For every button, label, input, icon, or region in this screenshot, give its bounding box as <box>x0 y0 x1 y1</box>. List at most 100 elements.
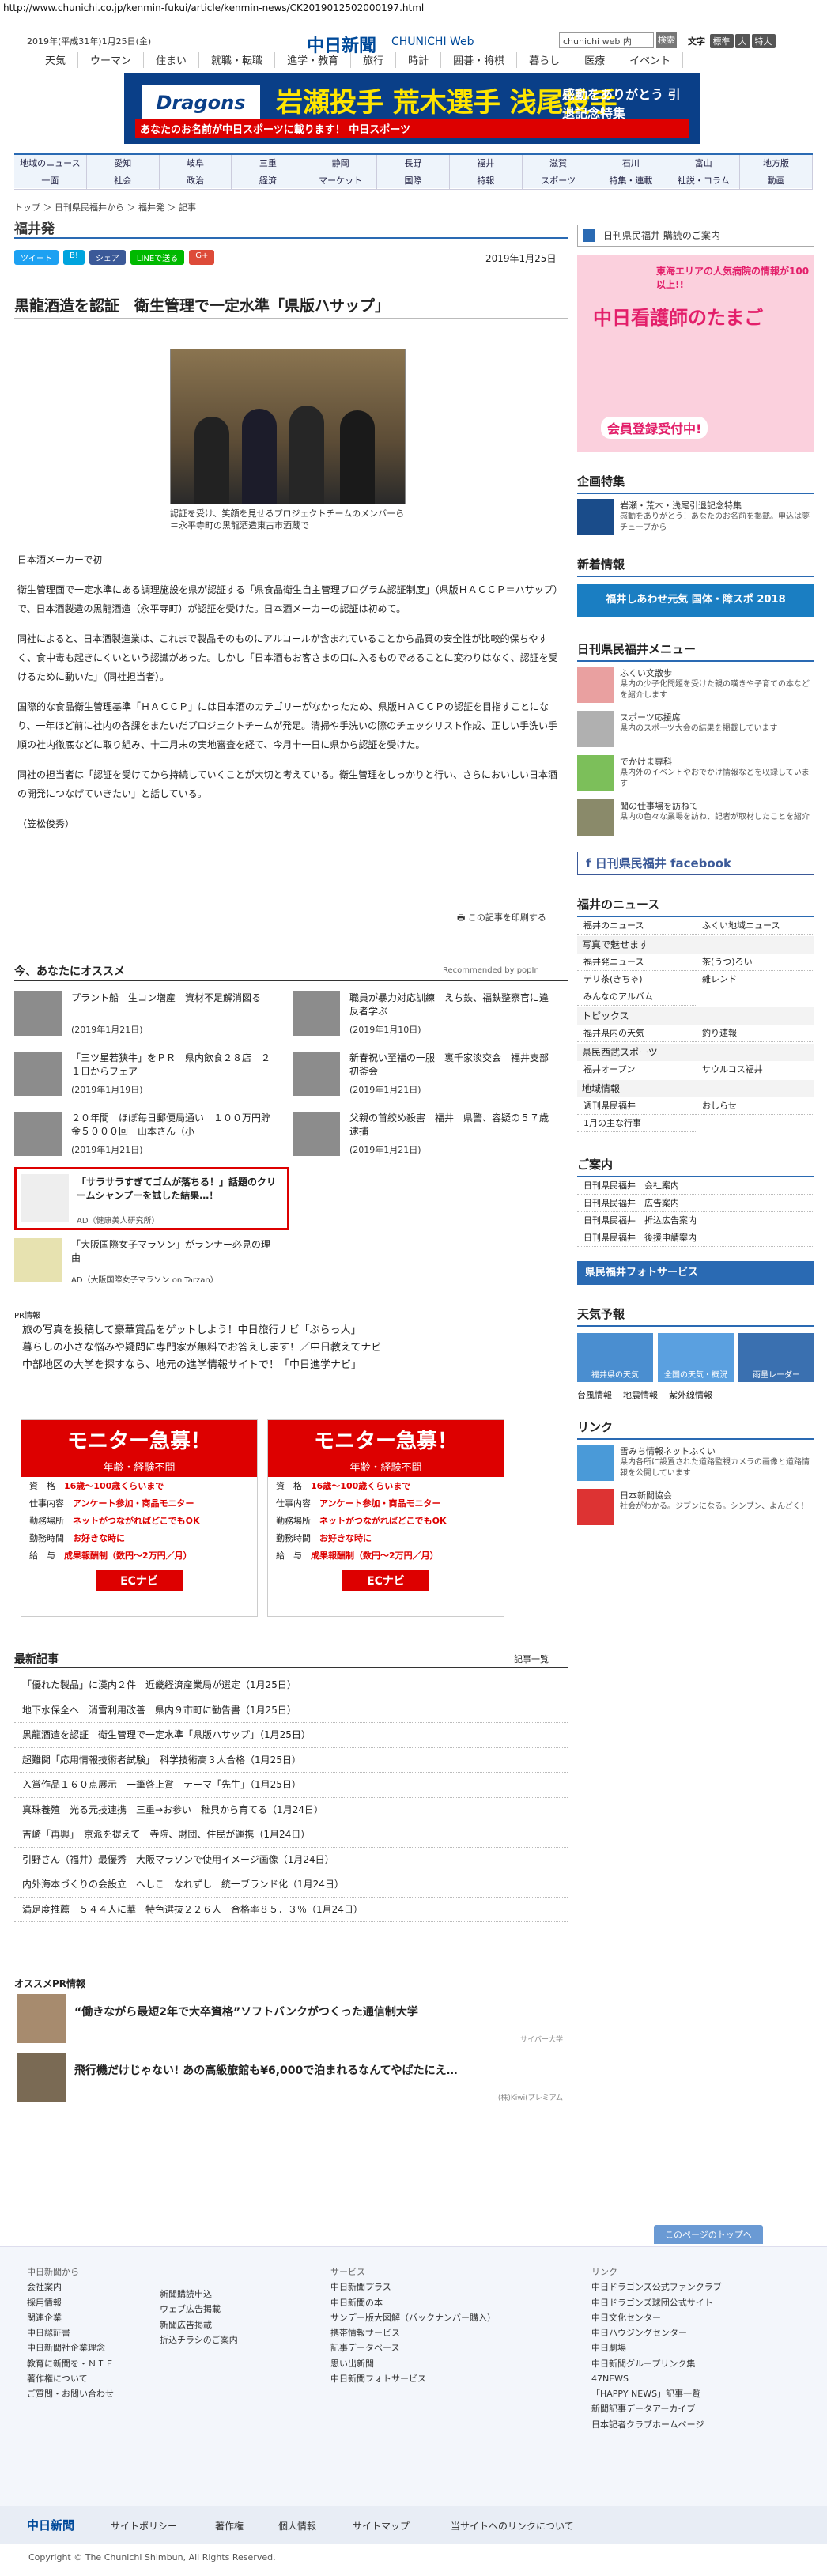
recommend-item[interactable]: 父親の首絞め殺害 福井 県警、容疑の５７歳逮捕 (2019年1月21日) <box>293 1112 561 1162</box>
news-link[interactable]: みんなのアルバム <box>577 988 696 1006</box>
monitor-ad[interactable]: モニター急募！ 年齢・経験不問 資 格 16歳～100歳くらいまで 仕事内容 ア… <box>21 1419 258 1617</box>
footer-link[interactable]: 教育に新聞を・ＮＩＥ <box>27 2356 114 2371</box>
footer-link[interactable]: 新聞広告掲載 <box>160 2317 238 2332</box>
menu-item[interactable]: ふくい文散歩 県内の少子化問題を受けた親の嘆きや子育ての本などを紹介します <box>577 667 814 706</box>
footer-link[interactable]: 中日認証書 <box>27 2325 114 2340</box>
footer-link[interactable]: 採用情報 <box>27 2295 114 2310</box>
category-item[interactable]: 岐阜 <box>160 155 232 172</box>
latest-item[interactable]: 地下水保全へ 消雪利用改善 県内９市町に勧告書（1月25日） <box>14 1698 568 1723</box>
line-share-button[interactable]: LINEで送る <box>130 250 185 265</box>
category-item[interactable]: 特報 <box>450 172 523 189</box>
category-item[interactable]: 愛知 <box>87 155 160 172</box>
recommend-item[interactable]: 職員が暴力対応訓練 えち鉄、福鉄整察官に違反者学ぶ (2019年1月10日) <box>293 991 561 1042</box>
news-link[interactable]: サウルコス福井 <box>696 1061 814 1078</box>
news-link[interactable]: 週刊県民福井 <box>577 1097 696 1115</box>
kikaku-item[interactable]: 岩瀬・荒木・浅尾引退記念特集 感動をありがとう！あなたのお名前を掲載。申込は夢チ… <box>577 499 814 538</box>
url-bar[interactable]: http://www.chunichi.co.jp/kenmin-fukui/a… <box>0 0 827 17</box>
latest-item[interactable]: 黒龍酒造を認証 衛生管理で一定水準「県版ハサップ」（1月25日） <box>14 1723 568 1748</box>
kokutai-banner[interactable]: 福井しあわせ元気 国体・障スポ 2018 <box>577 584 814 617</box>
footer-link[interactable]: 新聞記事データアーカイブ <box>591 2401 722 2416</box>
footer-link[interactable]: サンデー版大図解（バックナンバー購入） <box>330 2310 496 2325</box>
breadcrumb[interactable]: トップ ＞ 日刊県民福井から ＞ 福井発 ＞ 記事 <box>14 201 196 213</box>
latest-item[interactable]: 入賞作品１６０点展示 一筆啓上賞 テーマ「先生」（1月25日） <box>14 1773 568 1798</box>
footer-link[interactable]: 携帯情報サービス <box>330 2325 496 2340</box>
news-link[interactable]: 1月の主な行事 <box>577 1115 696 1132</box>
link-policy-link[interactable]: 当サイトへのリンクについて <box>451 2519 574 2533</box>
news-link[interactable]: ふくい地域ニュース <box>696 917 814 935</box>
topnav-item[interactable]: 暮らし <box>517 52 573 68</box>
dragons-banner-ad[interactable]: Dragons 岩瀬投手 荒木選手 浅尾投手 感動をありがとう 引退記念特集 あ… <box>124 73 700 144</box>
topnav-item[interactable]: イベント <box>617 52 684 68</box>
latest-item[interactable]: 吉崎「再興」 京派を提えて 寺院、財団、住民が運携（1月24日） <box>14 1822 568 1848</box>
footer-link[interactable]: 中日ドラゴンズ公式ファンクラブ <box>591 2279 722 2295</box>
category-item[interactable]: 長野 <box>377 155 450 172</box>
footer-link[interactable]: ご質問・お問い合わせ <box>27 2386 114 2401</box>
font-size-normal[interactable]: 標準 <box>709 34 734 48</box>
subscribe-button[interactable]: 日刊県民福井 購読のご案内 <box>577 225 814 247</box>
footer-link[interactable]: 中日新聞プラス <box>330 2279 496 2295</box>
footer-link[interactable]: 中日文化センター <box>591 2310 722 2325</box>
footer-link[interactable]: 記事データベース <box>330 2340 496 2355</box>
footer-link[interactable]: 関連企業 <box>27 2310 114 2325</box>
link-item[interactable]: 雪みち情報ネットふくい 県内各所に設置された道路監視カメラの画像と道路情報を公開… <box>577 1445 814 1484</box>
weather-tile-fukui[interactable]: 福井県の天気 <box>577 1333 653 1382</box>
category-item[interactable]: 地域のニュース <box>14 155 87 172</box>
footer-link[interactable]: 日本記者クラブホームページ <box>591 2417 722 2432</box>
info-link[interactable]: 日刊県民福井 後援申請案内 <box>577 1229 814 1247</box>
nurse-recruit-ad[interactable]: 東海エリアの人気病院の情報が100以上!! 中日看護師のたまご 会員登録受付中! <box>577 255 814 452</box>
footer-link[interactable]: 中日ドラゴンズ球団公式サイト <box>591 2295 722 2310</box>
category-item[interactable]: 滋賀 <box>523 155 595 172</box>
footer-link[interactable]: 会社案内 <box>27 2279 114 2295</box>
category-item[interactable]: マーケット <box>304 172 378 189</box>
topnav-item[interactable]: 旅行 <box>351 52 397 68</box>
news-link[interactable]: 福井県内の天気 <box>577 1025 696 1042</box>
footer-link[interactable]: 新聞購読申込 <box>160 2287 238 2302</box>
news-link[interactable]: 茶(うつ)ろい <box>696 954 814 971</box>
menu-item[interactable]: スポーツ応援席 県内のスポーツ大会の結果を掲載しています <box>577 711 814 750</box>
footer-link[interactable]: 折込チラシのご案内 <box>160 2332 238 2347</box>
print-link[interactable]: 🖶 この記事を印刷する <box>457 911 546 926</box>
news-link[interactable]: 福井オープン <box>577 1061 696 1078</box>
topnav-item[interactable]: 医療 <box>572 52 618 68</box>
site-policy-link[interactable]: サイトポリシー <box>111 2519 177 2533</box>
category-item[interactable]: 富山 <box>667 155 741 172</box>
info-link[interactable]: 日刊県民福井 広告案内 <box>577 1195 814 1212</box>
topnav-item[interactable]: 時計 <box>396 52 442 68</box>
page-top-button[interactable]: このページのトップへ <box>654 2225 763 2244</box>
latest-item[interactable]: 内外海本づくりの会設立 へしこ なれずし 統一ブランド化（1月24日） <box>14 1872 568 1898</box>
footer-link[interactable]: 中日新聞社企業理念 <box>27 2340 114 2355</box>
category-item[interactable]: 社会 <box>87 172 160 189</box>
category-item[interactable]: 経済 <box>232 172 305 189</box>
info-link[interactable]: 日刊県民福井 折込広告案内 <box>577 1212 814 1229</box>
category-item[interactable]: 政治 <box>160 172 232 189</box>
footer-link[interactable]: 中日劇場 <box>591 2340 722 2355</box>
footer-link[interactable]: 中日ハウジングセンター <box>591 2325 722 2340</box>
footer-link[interactable]: 思い出新聞 <box>330 2356 496 2371</box>
photo-service-banner[interactable]: 県民福井フォトサービス <box>577 1261 814 1285</box>
tweet-button[interactable]: ツイート <box>14 250 59 265</box>
news-link[interactable]: テリ茶(きちゃ) <box>577 971 696 988</box>
category-item[interactable]: スポーツ <box>523 172 595 189</box>
footer-link[interactable]: 中日新聞グループリンク集 <box>591 2356 722 2371</box>
category-item[interactable]: 石川 <box>595 155 668 172</box>
latest-item[interactable]: 「優れた製品」に漢内２件 近畿経済産業局が選定（1月25日） <box>14 1673 568 1698</box>
google-plus-button[interactable]: G+ <box>189 250 215 265</box>
footer-link[interactable]: ウェブ広告掲載 <box>160 2302 238 2317</box>
category-item[interactable]: 国際 <box>377 172 450 189</box>
latest-more-link[interactable]: 記事一覧 <box>514 1652 549 1665</box>
topnav-item[interactable]: ウーマン <box>78 52 145 68</box>
footer-link[interactable]: 「HAPPY NEWS」記事一覧 <box>591 2386 722 2401</box>
category-item[interactable]: 地方版 <box>740 155 813 172</box>
link-item[interactable]: 日本新聞協会 社会がわかる。ジブンになる。シンブン、よんどく！ <box>577 1489 814 1528</box>
typhoon-link[interactable]: 台風情報 <box>577 1388 612 1401</box>
latest-item[interactable]: 満足度推薦 ５４４人に華 特色選抜２２６人 合格率８５．３％（1月24日） <box>14 1898 568 1922</box>
topnav-item[interactable]: 住まい <box>144 52 200 68</box>
topnav-item[interactable]: 天気 <box>33 52 79 68</box>
font-size-large[interactable]: 大 <box>734 34 750 48</box>
site-logo-en[interactable]: CHUNICHI Web <box>391 36 474 48</box>
news-link[interactable]: 福井のニュース <box>577 917 696 935</box>
topnav-item[interactable]: 進学・教育 <box>275 52 352 68</box>
recommend-item[interactable]: 「三ツ星若狭牛」をＰＲ 県内飲食２８店 ２１日からフェア (2019年1月19日… <box>14 1052 283 1102</box>
privacy-link[interactable]: 個人情報 <box>278 2519 316 2533</box>
topnav-item[interactable]: 就職・転職 <box>199 52 276 68</box>
